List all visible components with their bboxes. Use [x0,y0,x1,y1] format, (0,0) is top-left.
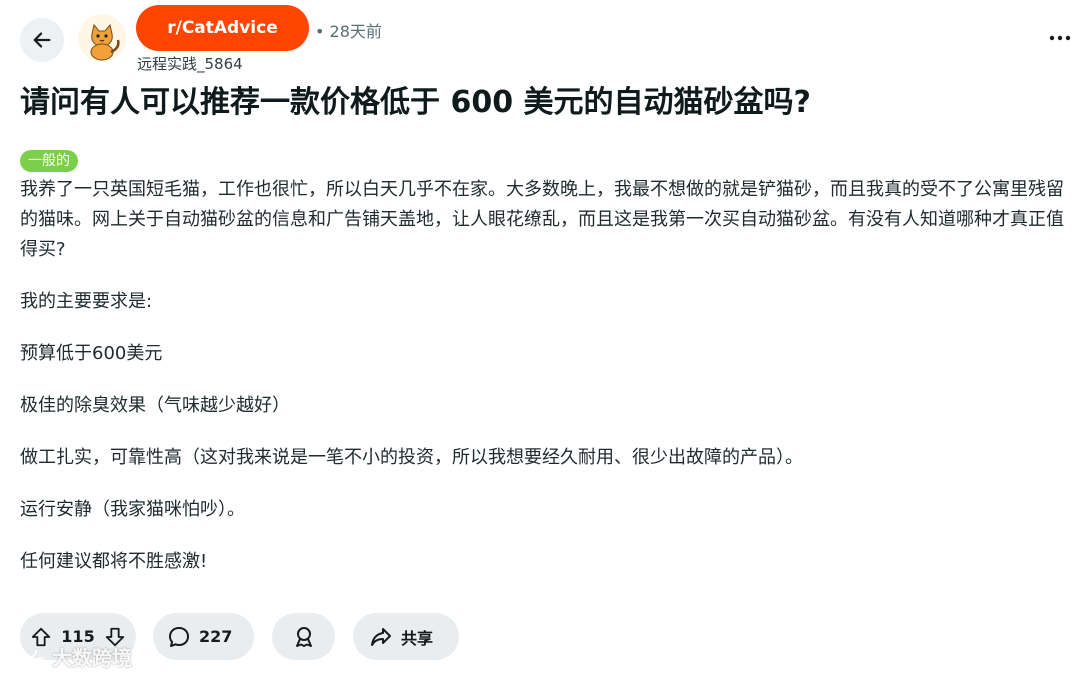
post-paragraph: 极佳的除臭效果（气味越少越好） [20,395,290,416]
post-paragraph: 我的主要要求是: [20,291,153,312]
comment-bubble-icon [167,625,191,649]
author-username[interactable]: 远程实践_5864 [137,53,243,74]
post-paragraph: 运行安静（我家猫咪怕吵）。 [20,499,245,520]
watermark: 大数跨境 [6,642,132,671]
post-title: 请问有人可以推荐一款价格低于 600 美元的自动猫砂盆吗? [20,85,811,120]
watermark-text: 大数跨境 [52,646,132,670]
comment-count: 227 [199,627,233,646]
post-paragraph: 任何建议都将不胜感激! [20,551,208,572]
more-horizontal-icon [1049,34,1071,42]
arrow-left-icon [31,29,53,51]
award-icon [292,625,316,649]
subreddit-name[interactable]: r/CatAdvice [136,5,309,51]
post-paragraph: 做工扎实，可靠性高（这对我来说是一笔不小的投资，所以我想要经久耐用、很少出故障的… [20,447,803,468]
share-arrow-icon [369,625,393,649]
share-button[interactable]: 共享 [353,613,459,660]
watermark-logo-icon [6,644,46,670]
comments-button[interactable]: 227 [153,613,254,660]
post-body: 我养了一只英国短毛猫，工作也很忙，所以白天几乎不在家。大多数晚上，我最不想做的就… [20,175,1074,599]
post-flair[interactable]: 一般的 [20,150,78,172]
share-label: 共享 [401,628,434,648]
award-button[interactable] [272,613,335,660]
more-options-button[interactable] [1046,26,1074,50]
post-paragraph: 我养了一只英国短毛猫，工作也很忙，所以白天几乎不在家。大多数晚上，我最不想做的就… [20,179,1064,260]
post-paragraph: 预算低于600美元 [20,343,163,364]
cat-avatar-icon [78,14,126,62]
back-button[interactable] [20,18,64,62]
post-page: r/CatAdvice • 28天前 远程实践_5864 请问有人可以推荐一款价… [0,0,1080,677]
subreddit-avatar[interactable] [78,14,126,62]
post-time: • 28天前 [315,22,382,41]
